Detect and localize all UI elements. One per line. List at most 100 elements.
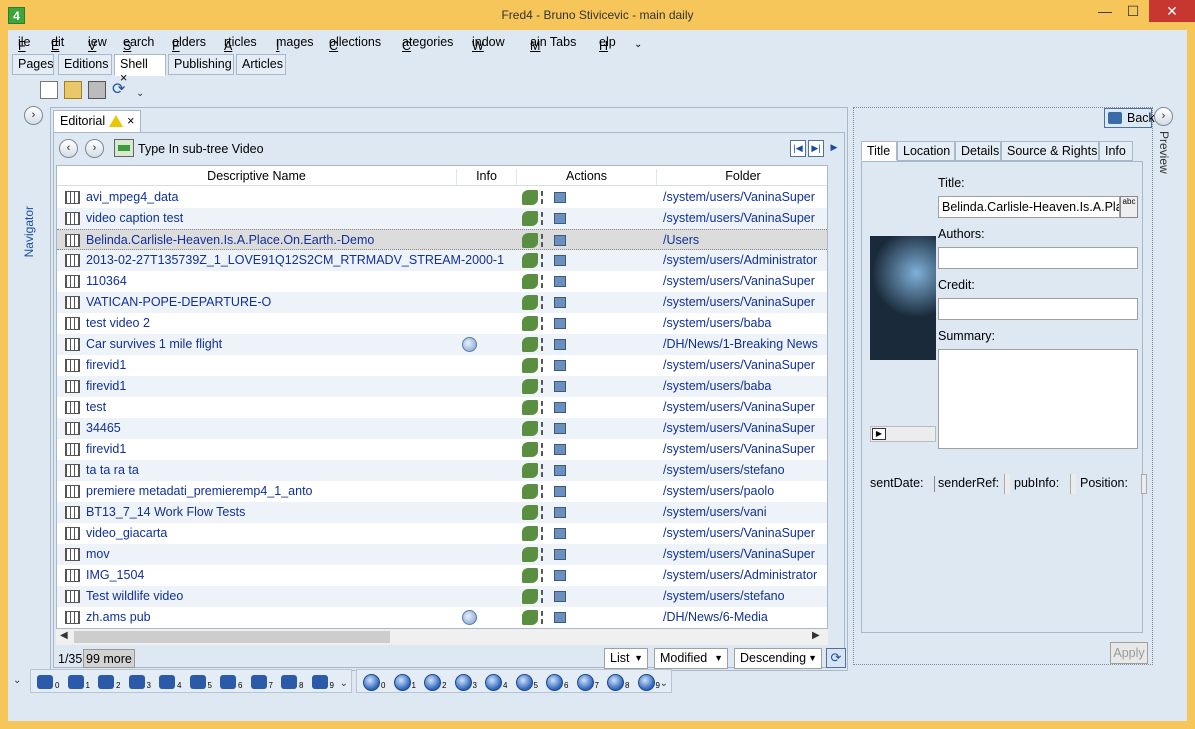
view-action-icon[interactable] [554,402,566,413]
authors-input[interactable] [938,247,1138,269]
table-row[interactable]: mov/system/users/VaninaSuper [57,544,827,565]
row-folder[interactable]: /system/users/Administrator [663,253,817,267]
summary-textarea[interactable] [938,349,1138,449]
view-action-icon[interactable] [554,255,566,266]
menu-window[interactable]: Window [472,35,505,53]
dock-overflow-icon[interactable]: ⌄ [660,678,668,689]
menu-search[interactable]: Search [123,35,154,53]
cut-action-icon[interactable] [541,191,551,204]
row-name[interactable]: BT13_7_14 Work Flow Tests [86,505,245,519]
row-name[interactable]: test [86,400,106,414]
scroll-right-icon[interactable]: ▶ [812,630,820,641]
edit-action-icon[interactable] [522,610,538,625]
row-folder[interactable]: /Users [663,233,699,247]
cut-action-icon[interactable] [541,548,551,561]
table-row[interactable]: IMG_1504/system/users/Administrator [57,565,827,586]
view-mode-select[interactable]: List ▼ [604,648,648,669]
menu-articles[interactable]: Articles [224,35,257,53]
cut-action-icon[interactable] [541,254,551,267]
cut-action-icon[interactable] [541,611,551,624]
row-folder[interactable]: /system/users/baba [663,316,771,330]
senderref-field[interactable] [1004,474,1010,494]
cut-action-icon[interactable] [541,506,551,519]
table-row[interactable]: Belinda.Carlisle-Heaven.Is.A.Place.On.Ea… [57,229,827,250]
globe-slot[interactable]: 4 [485,673,515,691]
edit-action-icon[interactable] [522,484,538,499]
credit-input[interactable] [938,298,1138,320]
tab-shell[interactable]: Shell × [114,54,166,85]
view-action-icon[interactable] [554,570,566,581]
view-action-icon[interactable] [554,591,566,602]
print-icon[interactable] [88,81,106,99]
first-page-button[interactable]: |◀ [790,140,806,157]
row-name[interactable]: IMG_1504 [86,568,144,582]
row-name[interactable]: 34465 [86,421,121,435]
cut-action-icon[interactable] [541,338,551,351]
editorial-tab-close-icon[interactable]: × [127,114,134,128]
view-action-icon[interactable] [554,235,566,246]
search-slot[interactable]: 8 [281,673,311,691]
tab-articles[interactable]: Articles [236,54,286,75]
row-name[interactable]: firevid1 [86,379,126,393]
table-row[interactable]: video_giacarta/system/users/VaninaSuper [57,523,827,544]
row-folder[interactable]: /system/users/VaninaSuper [663,442,815,456]
last-page-button[interactable]: ▶ [826,140,842,157]
menu-file[interactable]: File [18,35,31,53]
table-row[interactable]: firevid1/system/users/baba [57,376,827,397]
column-descriptive-name[interactable]: Descriptive Name [57,169,457,185]
tab-pages[interactable]: Pages [12,54,54,75]
row-name[interactable]: ta ta ra ta [86,463,139,477]
up-arrow-icon[interactable] [114,139,134,157]
cut-action-icon[interactable] [541,380,551,393]
search-slot[interactable]: 5 [189,673,220,691]
table-row[interactable]: ta ta ra ta/system/users/stefano [57,460,827,481]
cut-action-icon[interactable] [541,275,551,288]
scroll-left-icon[interactable]: ◀ [60,630,68,641]
table-row[interactable]: test video 2/system/users/baba [57,313,827,334]
pubinfo-field[interactable] [1070,474,1076,494]
row-name[interactable]: 2013-02-27T135739Z_1_LOVE91Q12S2CM_RTRMA… [86,253,504,267]
cut-action-icon[interactable] [541,317,551,330]
row-name[interactable]: mov [86,547,110,561]
row-folder[interactable]: /system/users/VaninaSuper [663,211,815,225]
view-action-icon[interactable] [554,528,566,539]
row-folder[interactable]: /system/users/baba [663,379,771,393]
row-folder[interactable]: /system/users/VaninaSuper [663,274,815,288]
edit-action-icon[interactable] [522,505,538,520]
row-folder[interactable]: /system/users/Administrator [663,568,817,582]
search-slot[interactable]: 2 [98,673,128,691]
minimize-button[interactable]: — [1090,0,1120,22]
next-page-button[interactable]: ▶| [808,140,824,157]
refresh-list-button[interactable]: ⟳ [826,648,846,668]
edit-action-icon[interactable] [522,568,538,583]
view-action-icon[interactable] [554,318,566,329]
play-icon[interactable]: ▶ [872,428,886,440]
row-name[interactable]: avi_mpeg4_data [86,190,178,204]
dock-collapse-icon[interactable]: ⌄ [13,675,21,686]
detail-tab-title[interactable]: Title [861,141,897,161]
row-name[interactable]: zh.ams pub [86,610,151,624]
row-folder[interactable]: /system/users/vani [663,505,767,519]
row-name[interactable]: Test wildlife video [86,589,183,603]
search-slot[interactable]: 9 [311,673,342,691]
cut-action-icon[interactable] [541,401,551,414]
menu-main-tabs[interactable]: Main Tabs [530,35,576,53]
cut-action-icon[interactable] [541,464,551,477]
cut-action-icon[interactable] [541,569,551,582]
row-folder[interactable]: /system/users/VaninaSuper [663,400,815,414]
row-folder[interactable]: /system/users/VaninaSuper [663,421,815,435]
menu-overflow-icon[interactable]: ⌄ [634,39,642,50]
cut-action-icon[interactable] [541,485,551,498]
edit-action-icon[interactable] [522,190,538,205]
globe-slot[interactable]: 3 [454,673,485,691]
globe-slot[interactable]: 1 [393,673,424,691]
view-action-icon[interactable] [554,381,566,392]
table-row[interactable]: test/system/users/VaninaSuper [57,397,827,418]
view-action-icon[interactable] [554,297,566,308]
cut-action-icon[interactable] [541,296,551,309]
row-folder[interactable]: /system/users/paolo [663,484,774,498]
globe-info-icon[interactable] [462,610,477,625]
column-folder[interactable]: Folder [657,169,827,185]
view-action-icon[interactable] [554,507,566,518]
row-name[interactable]: test video 2 [86,316,150,330]
